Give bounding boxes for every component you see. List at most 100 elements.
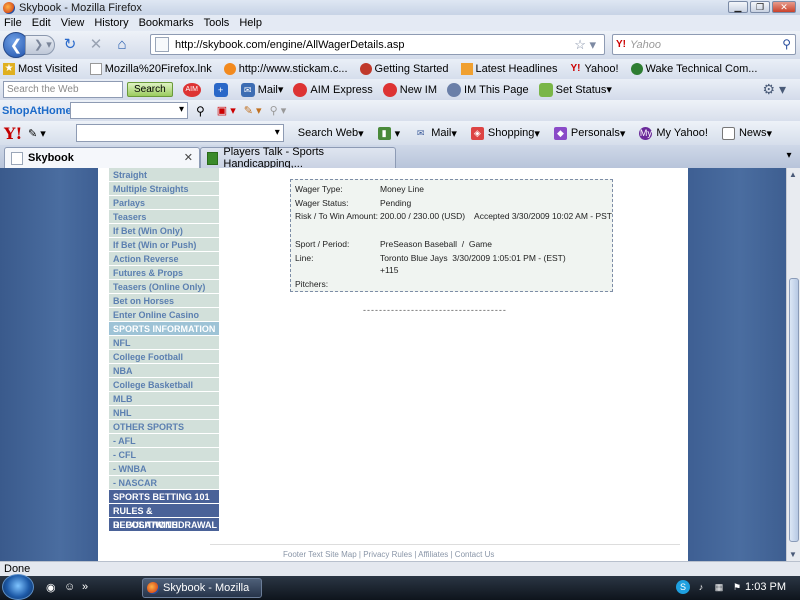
page-icon [11, 151, 23, 165]
sidebar-item[interactable]: NBA [109, 364, 219, 378]
bookmark-yahoo[interactable]: Y! Yahoo! [569, 63, 618, 75]
network-icon[interactable]: ▦ [712, 580, 726, 594]
my-yahoo-button[interactable]: My My Yahoo! [639, 126, 708, 140]
coupon-icon[interactable]: ▣ ▾ [217, 104, 236, 117]
sidebar-item[interactable]: College Football [109, 350, 219, 364]
sidebar-item[interactable]: Multiple Straights [109, 182, 219, 196]
sidebar-item[interactable]: - NASCAR [109, 476, 219, 490]
sidebar-item[interactable]: - CFL [109, 448, 219, 462]
personals-button[interactable]: ◆ Personals ▾ [553, 126, 625, 140]
forward-button[interactable]: ❯ ▾ [25, 35, 55, 55]
address-bar[interactable]: http://skybook.com/engine/AllWagerDetail… [150, 34, 605, 55]
sidebar-item[interactable]: If Bet (Win or Push) [109, 238, 219, 252]
skype-icon[interactable]: S [676, 580, 690, 594]
sidebar-item[interactable]: NFL [109, 336, 219, 350]
aim-express-button[interactable]: AIM Express [293, 82, 373, 97]
tab-players-talk[interactable]: Players Talk - Sports Handicapping,... [200, 146, 396, 170]
quicklaunch-people-icon[interactable]: ☺ [64, 581, 75, 593]
sidebar-item[interactable]: SPORTS INFORMATION [109, 322, 219, 336]
sidebar-item[interactable]: Straight [109, 168, 219, 182]
sidebar-item[interactable]: - AFL [109, 434, 219, 448]
sidebar-item[interactable]: RULES & REGULATIONS [109, 504, 219, 530]
sidebar-item[interactable]: SPORTS BETTING 101 [109, 490, 219, 504]
search-web-button[interactable]: Search Web ▾ [298, 127, 364, 140]
search-icon[interactable]: ⚲ [782, 37, 791, 51]
bookmark-most-visited[interactable]: ★ Most Visited [3, 63, 78, 75]
yahoo-mail-button[interactable]: ✉ Mail ▾ [414, 127, 457, 140]
bookmark-latest-headlines[interactable]: Latest Headlines [460, 63, 557, 75]
menu-view[interactable]: View [61, 17, 85, 29]
menu-edit[interactable]: Edit [32, 17, 51, 29]
flag-icon[interactable]: ⚑ [730, 580, 744, 594]
scroll-up-icon[interactable]: ▲ [789, 170, 797, 179]
home-icon[interactable]: ⌂ [111, 35, 133, 55]
volume-icon[interactable]: ♪ [694, 580, 708, 594]
quicklaunch-more-icon[interactable]: » [82, 581, 88, 593]
add-button[interactable]: + [213, 82, 231, 97]
bookmark-mozilla-lnk[interactable]: Mozilla%20Firefox.lnk [89, 63, 212, 75]
bookmark-getting-started[interactable]: Getting Started [359, 63, 449, 75]
sidebar-item[interactable]: Action Reverse [109, 252, 219, 266]
sidebar-item[interactable]: Futures & Props [109, 266, 219, 280]
sidebar-item[interactable]: NHL [109, 406, 219, 420]
shopping-button[interactable]: ◈ Shopping ▾ [470, 126, 540, 140]
taskbar-firefox-window[interactable]: Skybook - Mozilla Fi... [142, 578, 262, 598]
shopathome-logo[interactable]: ShopAtHome [2, 105, 72, 117]
sidebar-item[interactable]: MLB [109, 392, 219, 406]
shopathome-search-select[interactable] [70, 102, 188, 119]
reload-icon[interactable]: ↻ [59, 35, 81, 55]
yahoo-search-input[interactable] [75, 124, 284, 142]
restore-button[interactable]: ❐ [750, 1, 770, 13]
sidebar-item[interactable]: If Bet (Win Only) [109, 224, 219, 238]
pin-icon[interactable]: ⚲ ▾ [270, 104, 287, 117]
sidebar-item[interactable]: DEPOSIT/WITHDRAWAL [109, 518, 219, 532]
bookmark-star-icon[interactable]: ☆ ▾ [574, 37, 596, 53]
new-im-button[interactable]: New IM [382, 82, 437, 97]
aim-toolbar: Search the Web Search AIM + ✉ Mail ▾ AIM … [0, 79, 800, 100]
mail-button[interactable]: ✉ Mail ▾ [240, 82, 283, 97]
menu-help[interactable]: Help [239, 17, 262, 29]
pitchers-label: Pitchers: [295, 279, 329, 289]
sidebar-item[interactable]: OTHER SPORTS [109, 420, 219, 434]
tab-skybook[interactable]: Skybook ✕ [4, 147, 200, 168]
bookmark-stickam[interactable]: http://www.stickam.c... [223, 63, 348, 75]
page-icon [89, 63, 102, 75]
footer-links[interactable]: Footer Text Site Map | Privacy Rules | A… [283, 550, 494, 559]
sidebar-item[interactable]: - WNBA [109, 462, 219, 476]
gear-icon[interactable]: ⚙ ▾ [763, 81, 786, 98]
stop-icon[interactable]: ✕ [85, 35, 107, 55]
bookmark-wake-technical[interactable]: Wake Technical Com... [630, 63, 757, 75]
search-icon[interactable]: ⚲ [196, 104, 205, 118]
sidebar-item[interactable]: College Basketball [109, 378, 219, 392]
menu-history[interactable]: History [94, 17, 128, 29]
scrollbar-thumb[interactable] [789, 278, 799, 542]
quicklaunch-aim-icon[interactable]: ◉ [46, 581, 56, 594]
scroll-down-icon[interactable]: ▼ [789, 550, 797, 559]
tab-list-icon[interactable]: ▾ [782, 150, 796, 164]
sidebar-item[interactable]: Bet on Horses [109, 294, 219, 308]
menu-tools[interactable]: Tools [204, 17, 230, 29]
im-this-page-button[interactable]: IM This Page [447, 82, 529, 97]
pencil-icon[interactable]: ✎ ▾ [28, 127, 46, 140]
sidebar-item[interactable]: Teasers (Online Only) [109, 280, 219, 294]
sidebar-item[interactable]: Enter Online Casino [109, 308, 219, 322]
minimize-button[interactable]: ▁ [728, 1, 748, 13]
aim-badge[interactable]: AIM [182, 82, 204, 97]
menu-file[interactable]: File [4, 17, 22, 29]
vertical-scrollbar[interactable]: ▲ ▼ [786, 168, 800, 561]
sidebar-item[interactable]: Teasers [109, 210, 219, 224]
sidebar-item[interactable]: Parlays [109, 196, 219, 210]
close-tab-icon[interactable]: ✕ [184, 151, 193, 164]
start-button[interactable] [2, 574, 34, 600]
status-icon [538, 82, 553, 97]
close-window-button[interactable]: ✕ [772, 1, 796, 13]
news-button[interactable]: News ▾ [721, 126, 772, 140]
web-search-input[interactable]: Search the Web [3, 81, 123, 98]
shield-button[interactable]: ▮ ▾ [377, 126, 400, 140]
tools-icon[interactable]: ✎ ▾ [244, 104, 262, 117]
search-box[interactable]: Y! Yahoo ⚲ [612, 34, 796, 55]
menu-bookmarks[interactable]: Bookmarks [139, 17, 194, 29]
yahoo-engine-icon[interactable]: Y! [616, 39, 626, 50]
search-button[interactable]: Search [127, 82, 173, 97]
set-status-button[interactable]: Set Status ▾ [538, 82, 612, 97]
